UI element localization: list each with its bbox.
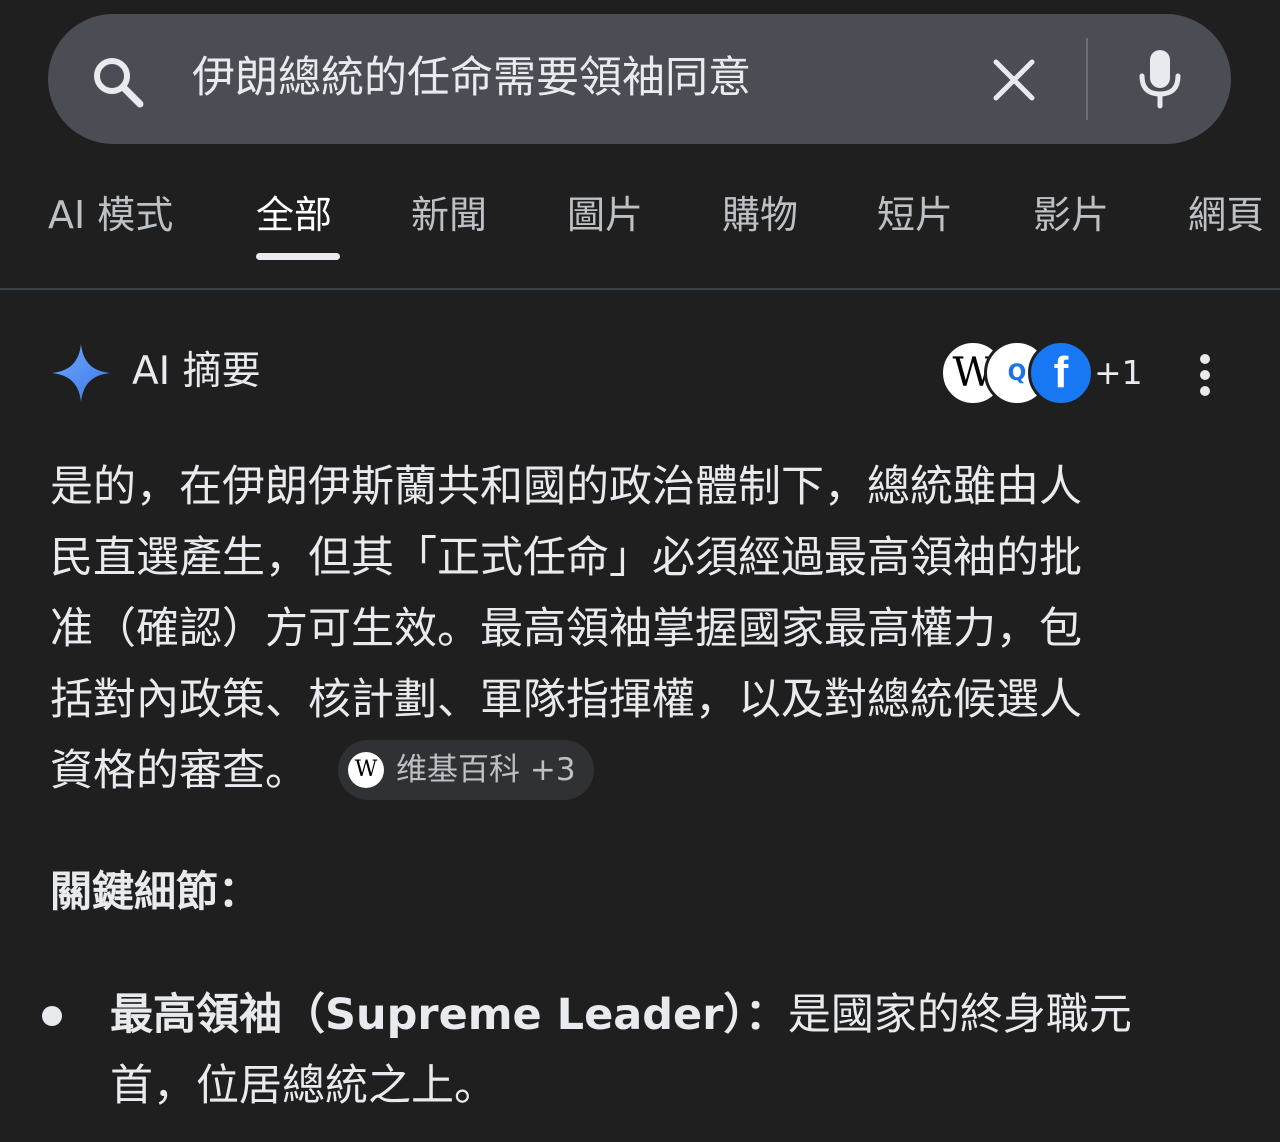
search-input[interactable]: 伊朗總統的任命需要領袖同意 (192, 48, 751, 108)
bullet-line-1: 最高領袖（Supreme Leader）：是國家的終身職元 (110, 980, 1240, 1051)
tab-images[interactable]: 圖片 (567, 180, 643, 250)
facebook-avatar: f (1028, 340, 1094, 406)
ai-overview-summary: 是的，在伊朗伊斯蘭共和國的政治體制下，總統雖由人 民直選產生，但其「正式任命」必… (50, 452, 1210, 807)
tabs-divider (0, 288, 1280, 290)
tab-all[interactable]: 全部 (256, 180, 332, 250)
tab-news[interactable]: 新聞 (411, 180, 487, 250)
bullet-term: 最高領袖（Supreme Leader）： (110, 990, 788, 1040)
ai-overview-title: AI 摘要 (132, 349, 261, 394)
summary-line: 准（確認）方可生效。最高領袖掌握國家最高權力，包 (50, 604, 1082, 654)
wikipedia-icon: W (348, 751, 384, 788)
summary-line: 民直選產生，但其「正式任命」必須經過最高領袖的批 (50, 533, 1082, 583)
details-heading: 關鍵細節： (50, 867, 261, 916)
tab-videos[interactable]: 影片 (1033, 180, 1109, 250)
source-chip[interactable]: W 维基百科 +3 (338, 739, 594, 800)
search-divider (1086, 38, 1088, 120)
source-chip-label: 维基百科 +3 (396, 751, 576, 788)
bullet-item: 最高領袖（Supreme Leader）：是國家的終身職元 首，位居總統之上。 (110, 980, 1240, 1122)
close-icon[interactable] (990, 56, 1038, 104)
summary-line-text: 資格的審查。 (50, 746, 308, 796)
bullet-icon (42, 1006, 62, 1026)
tab-bar: AI 模式 全部 新聞 圖片 購物 短片 影片 網頁 (0, 180, 1280, 260)
bullet-description: 是國家的終身職元 (787, 990, 1132, 1040)
summary-line: 括對內政策、核計劃、軍隊指揮權，以及對總統候選人 (50, 675, 1082, 725)
more-sources-count[interactable]: +1 (1094, 348, 1143, 398)
search-icon[interactable] (88, 52, 148, 112)
gemini-sparkle-icon (52, 344, 110, 402)
summary-line: 是的，在伊朗伊斯蘭共和國的政治體制下，總統雖由人 (50, 462, 1082, 512)
tab-short-videos[interactable]: 短片 (877, 180, 953, 250)
bullet-line-2: 首，位居總統之上。 (110, 1061, 497, 1111)
tab-shopping[interactable]: 購物 (722, 180, 798, 250)
more-vert-icon[interactable] (1196, 352, 1214, 398)
tab-web[interactable]: 網頁 (1188, 180, 1264, 250)
microphone-icon[interactable] (1137, 48, 1183, 110)
active-tab-indicator (256, 253, 340, 260)
summary-line-last: 資格的審查。 W 维基百科 +3 (50, 736, 1210, 807)
tab-ai-mode[interactable]: AI 模式 (48, 180, 173, 250)
source-avatars[interactable]: W Q f (940, 340, 1094, 406)
